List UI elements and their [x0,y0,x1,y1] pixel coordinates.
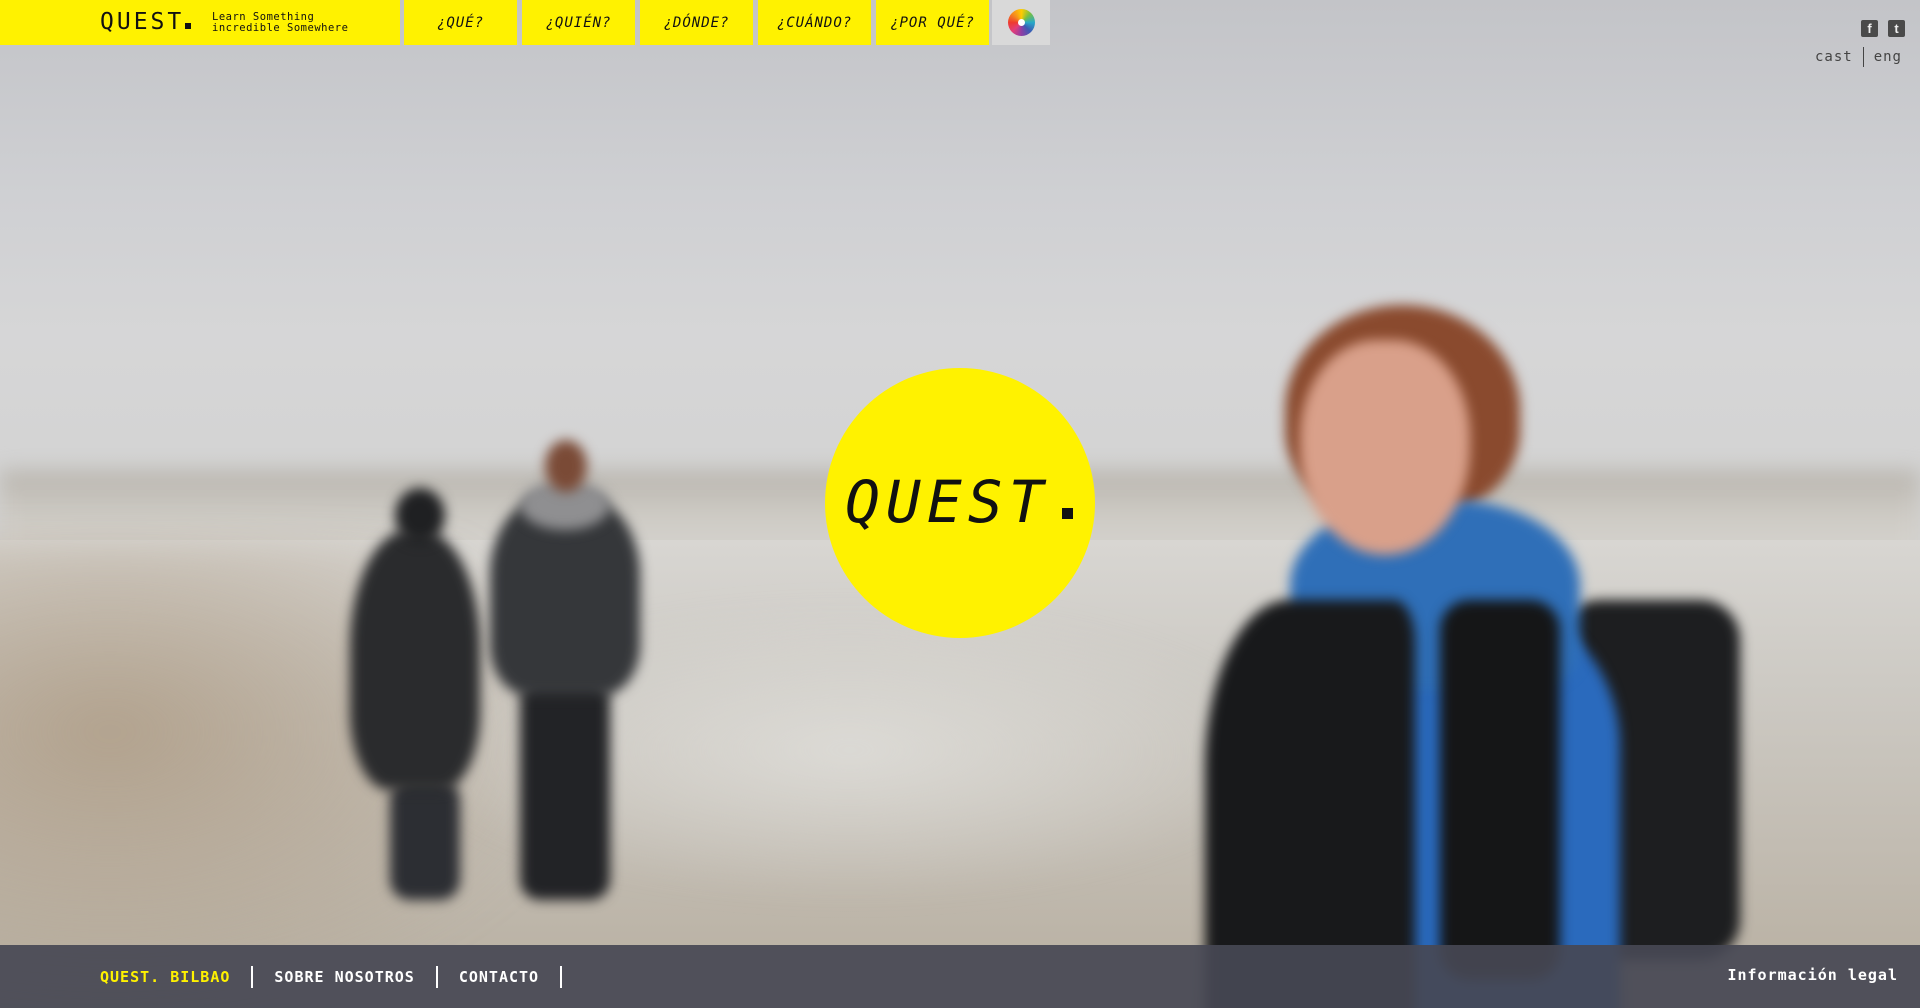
language-divider [1862,47,1864,67]
nav-item-donde[interactable]: ¿DÓNDE? [640,0,753,45]
footer-divider [251,966,254,988]
color-wheel-icon [1007,9,1035,36]
person-2-head [545,440,587,492]
person-1-legs [390,780,460,900]
person-1-head [395,488,445,543]
nav-item-quien[interactable]: ¿QUIÉN? [522,0,635,45]
woman-backpack-strap [1440,600,1560,980]
footer-link-sobre-nosotros[interactable]: SOBRE NOSOTROS [274,968,414,986]
hero-logo-circle: QUEST [825,368,1095,638]
footer-link-quest-bilbao[interactable]: QUEST. BILBAO [100,968,230,986]
language-switcher: cast eng [1815,47,1902,67]
footer-link-contacto[interactable]: CONTACTO [459,968,539,986]
nav-item-cuando[interactable]: ¿CUÁNDO? [758,0,871,45]
footer-bar: QUEST. BILBAO SOBRE NOSOTROS CONTACTO In… [0,945,1920,1008]
language-option-eng[interactable]: eng [1874,49,1902,65]
hero-logo: QUEST [845,468,1050,536]
person-1-body [350,530,480,790]
nav-item-por-que[interactable]: ¿POR QUÉ? [876,0,989,45]
brand-tagline-line2: incredible Somewhere [212,22,349,34]
facebook-icon[interactable]: f [1861,20,1878,37]
nav-item-que[interactable]: ¿QUÉ? [404,0,517,45]
footer-divider [560,966,563,988]
brand-home-link[interactable]: QUEST Learn Something incredible Somewhe… [0,0,400,45]
footer-divider [435,966,438,988]
brand-logo-dot [185,23,191,29]
social-links: f t [1861,20,1905,37]
twitter-icon[interactable]: t [1888,20,1905,37]
color-picker-button[interactable] [992,0,1050,45]
footer-links: QUEST. BILBAO SOBRE NOSOTROS CONTACTO [100,966,583,988]
brand-logo: QUEST [100,9,185,35]
hero-logo-dot [1062,508,1073,519]
language-option-cast[interactable]: cast [1815,49,1853,65]
person-2-legs [520,680,610,900]
brand-tagline: Learn Something incredible Somewhere [212,12,348,34]
footer-link-legal[interactable]: Información legal [1727,966,1898,984]
woman-face [1300,340,1470,555]
